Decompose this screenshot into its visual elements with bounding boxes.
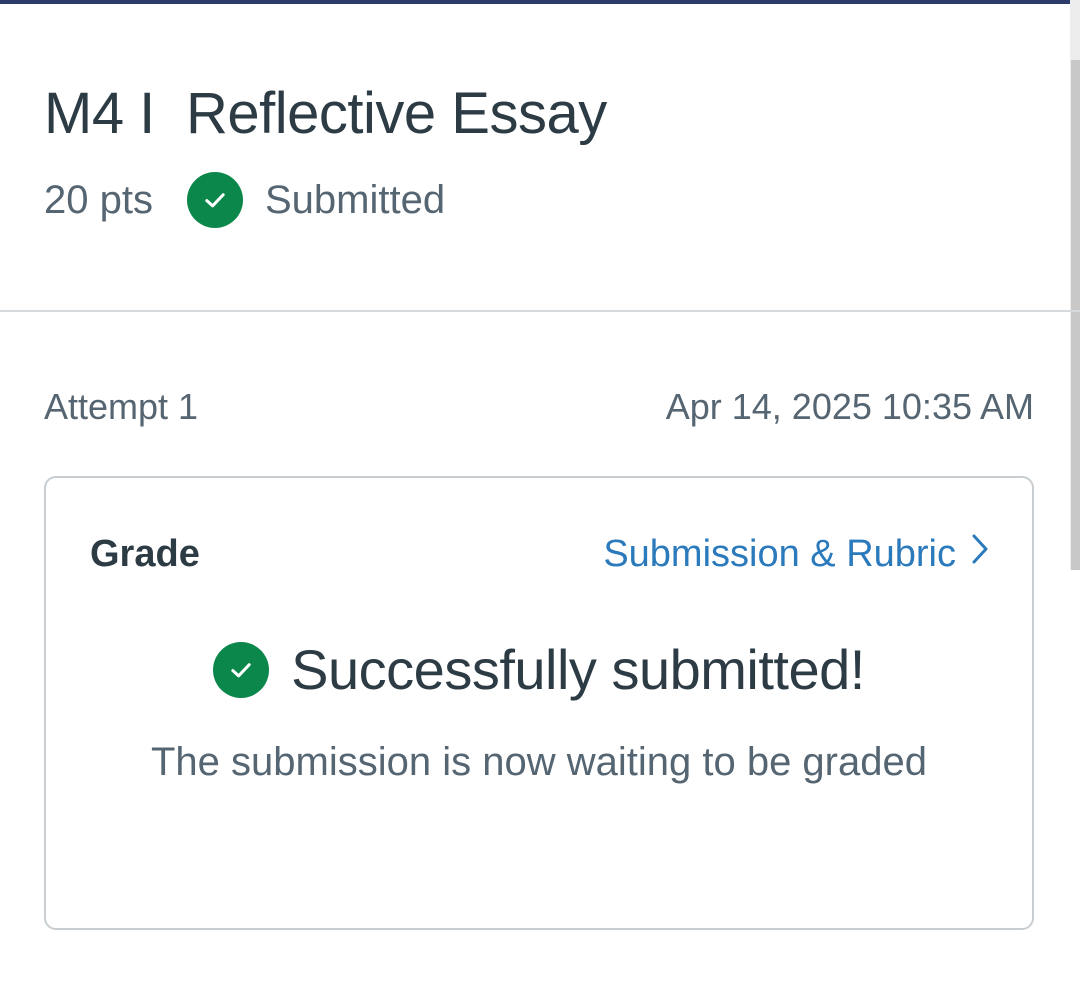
waiting-message: The submission is now waiting to be grad…: [151, 740, 927, 784]
submission-rubric-link-label: Submission & Rubric: [603, 533, 956, 575]
check-circle-icon: [213, 642, 270, 698]
grade-card: Grade Submission & Rubric Successfully s…: [44, 476, 1034, 930]
check-circle-icon: [186, 172, 243, 228]
submission-timestamp: Apr 14, 2025 10:35 AM: [665, 386, 1034, 427]
attempt-label: Attempt 1: [44, 386, 199, 427]
assignment-title: M4 I Reflective Essay: [44, 81, 607, 146]
submission-rubric-link[interactable]: Submission & Rubric: [603, 530, 990, 578]
top-accent-bar: [0, 0, 1080, 4]
assignment-details-page: M4 I Reflective Essay 20 pts Submitted A…: [0, 0, 1080, 1005]
points-label: 20 pts: [44, 178, 153, 222]
submission-status: Submitted: [186, 172, 446, 228]
chevron-right-icon: [970, 530, 990, 578]
section-divider: [0, 310, 1080, 312]
success-message: Successfully submitted!: [46, 634, 1032, 706]
scrollbar-thumb[interactable]: [1071, 60, 1080, 570]
assignment-meta: 20 pts Submitted: [44, 172, 445, 228]
grade-heading: Grade: [90, 533, 200, 575]
status-label: Submitted: [264, 178, 446, 222]
success-title: Successfully submitted!: [291, 638, 865, 701]
scrollbar-track[interactable]: [1070, 0, 1080, 570]
